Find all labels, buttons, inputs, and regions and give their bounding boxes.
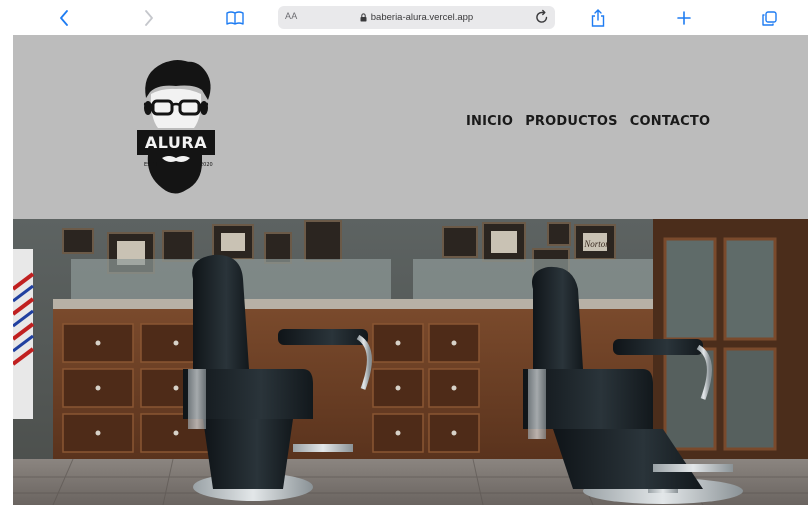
- url-text: baberia-alura.vercel.app: [370, 12, 474, 23]
- forward-button[interactable]: [140, 5, 158, 31]
- logo-left-caption: ESTD: [144, 162, 157, 168]
- site-header: ALURA ESTD 2020 INICIO PRODUCTOS CONTACT…: [13, 35, 808, 219]
- tabs-button[interactable]: [760, 5, 778, 31]
- share-icon: [591, 9, 605, 27]
- share-button[interactable]: [589, 5, 607, 31]
- book-icon: [226, 11, 244, 25]
- tabs-icon: [761, 10, 777, 26]
- hero-norton-sign: Norton: [583, 239, 610, 249]
- bookmarks-button[interactable]: [225, 5, 245, 31]
- back-button[interactable]: [55, 5, 73, 31]
- logo-text: ALURA: [145, 133, 207, 152]
- logo-right-caption: 2020: [200, 162, 213, 168]
- nav-link-productos[interactable]: PRODUCTOS: [525, 114, 618, 129]
- lock-icon: [360, 9, 367, 27]
- chevron-right-icon: [144, 10, 154, 26]
- plus-icon: [677, 11, 691, 25]
- nav-link-inicio[interactable]: INICIO: [466, 114, 513, 129]
- site-logo[interactable]: ALURA ESTD 2020: [136, 58, 216, 196]
- chevron-left-icon: [59, 10, 69, 26]
- reload-icon[interactable]: [535, 9, 549, 30]
- browser-toolbar: AA baberia-alura.vercel.app: [0, 0, 808, 35]
- main-nav: INICIO PRODUCTOS CONTACTO: [466, 114, 710, 129]
- hero-image: Norton: [13, 219, 808, 505]
- nav-link-contacto[interactable]: CONTACTO: [630, 114, 710, 129]
- address-bar[interactable]: AA baberia-alura.vercel.app: [278, 6, 555, 29]
- new-tab-button[interactable]: [675, 5, 693, 31]
